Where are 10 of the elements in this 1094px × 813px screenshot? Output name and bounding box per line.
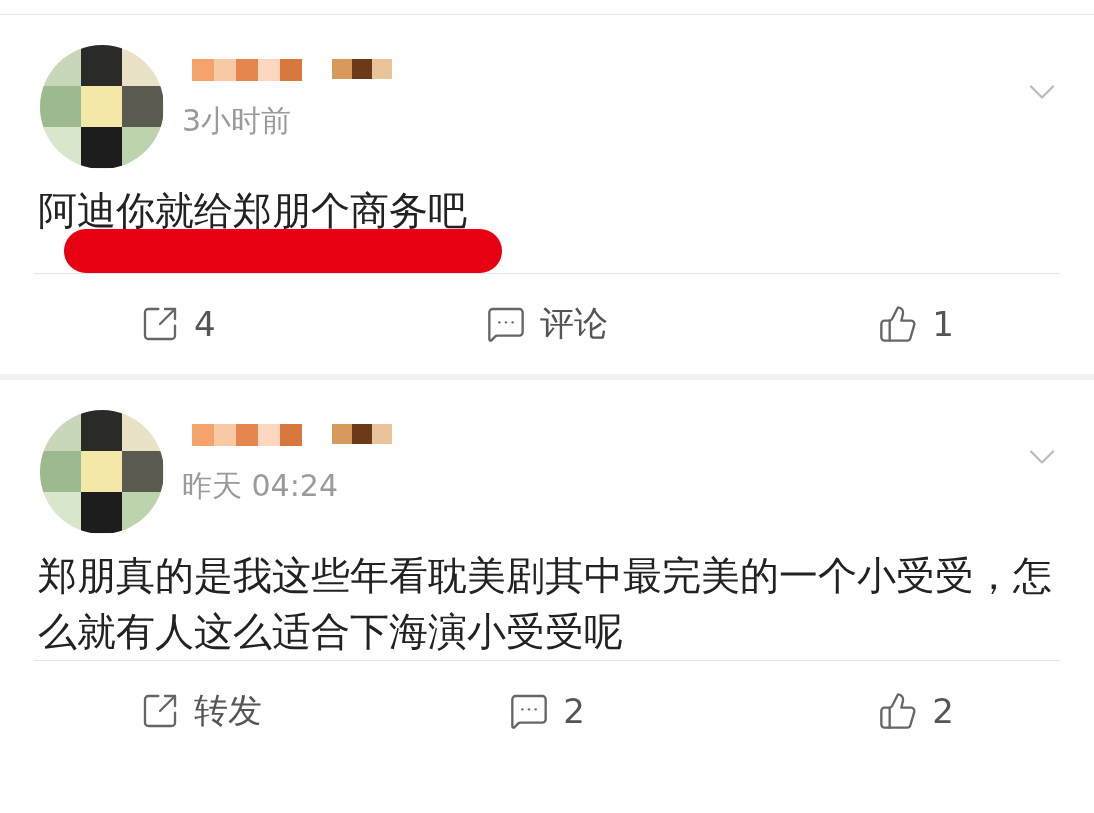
comment-text: 郑朋真的是我这些年看耽美剧其中最完美的一个小受受，怎么就有人这么适合下海演小受受呢 xyxy=(37,552,1053,656)
comment-button[interactable]: 评论 xyxy=(486,301,608,347)
share-button[interactable]: 4 xyxy=(140,304,216,344)
post-time: 3小时前 xyxy=(182,102,293,140)
like-button[interactable]: 1 xyxy=(878,304,954,344)
comment-button[interactable]: 2 xyxy=(509,691,585,731)
share-button[interactable]: 转发 xyxy=(140,688,262,734)
like-button[interactable]: 2 xyxy=(878,691,954,731)
post-time: 昨天 04:24 xyxy=(182,467,339,505)
comment-text: 阿迪你就给郑朋个商务吧 xyxy=(37,187,468,235)
